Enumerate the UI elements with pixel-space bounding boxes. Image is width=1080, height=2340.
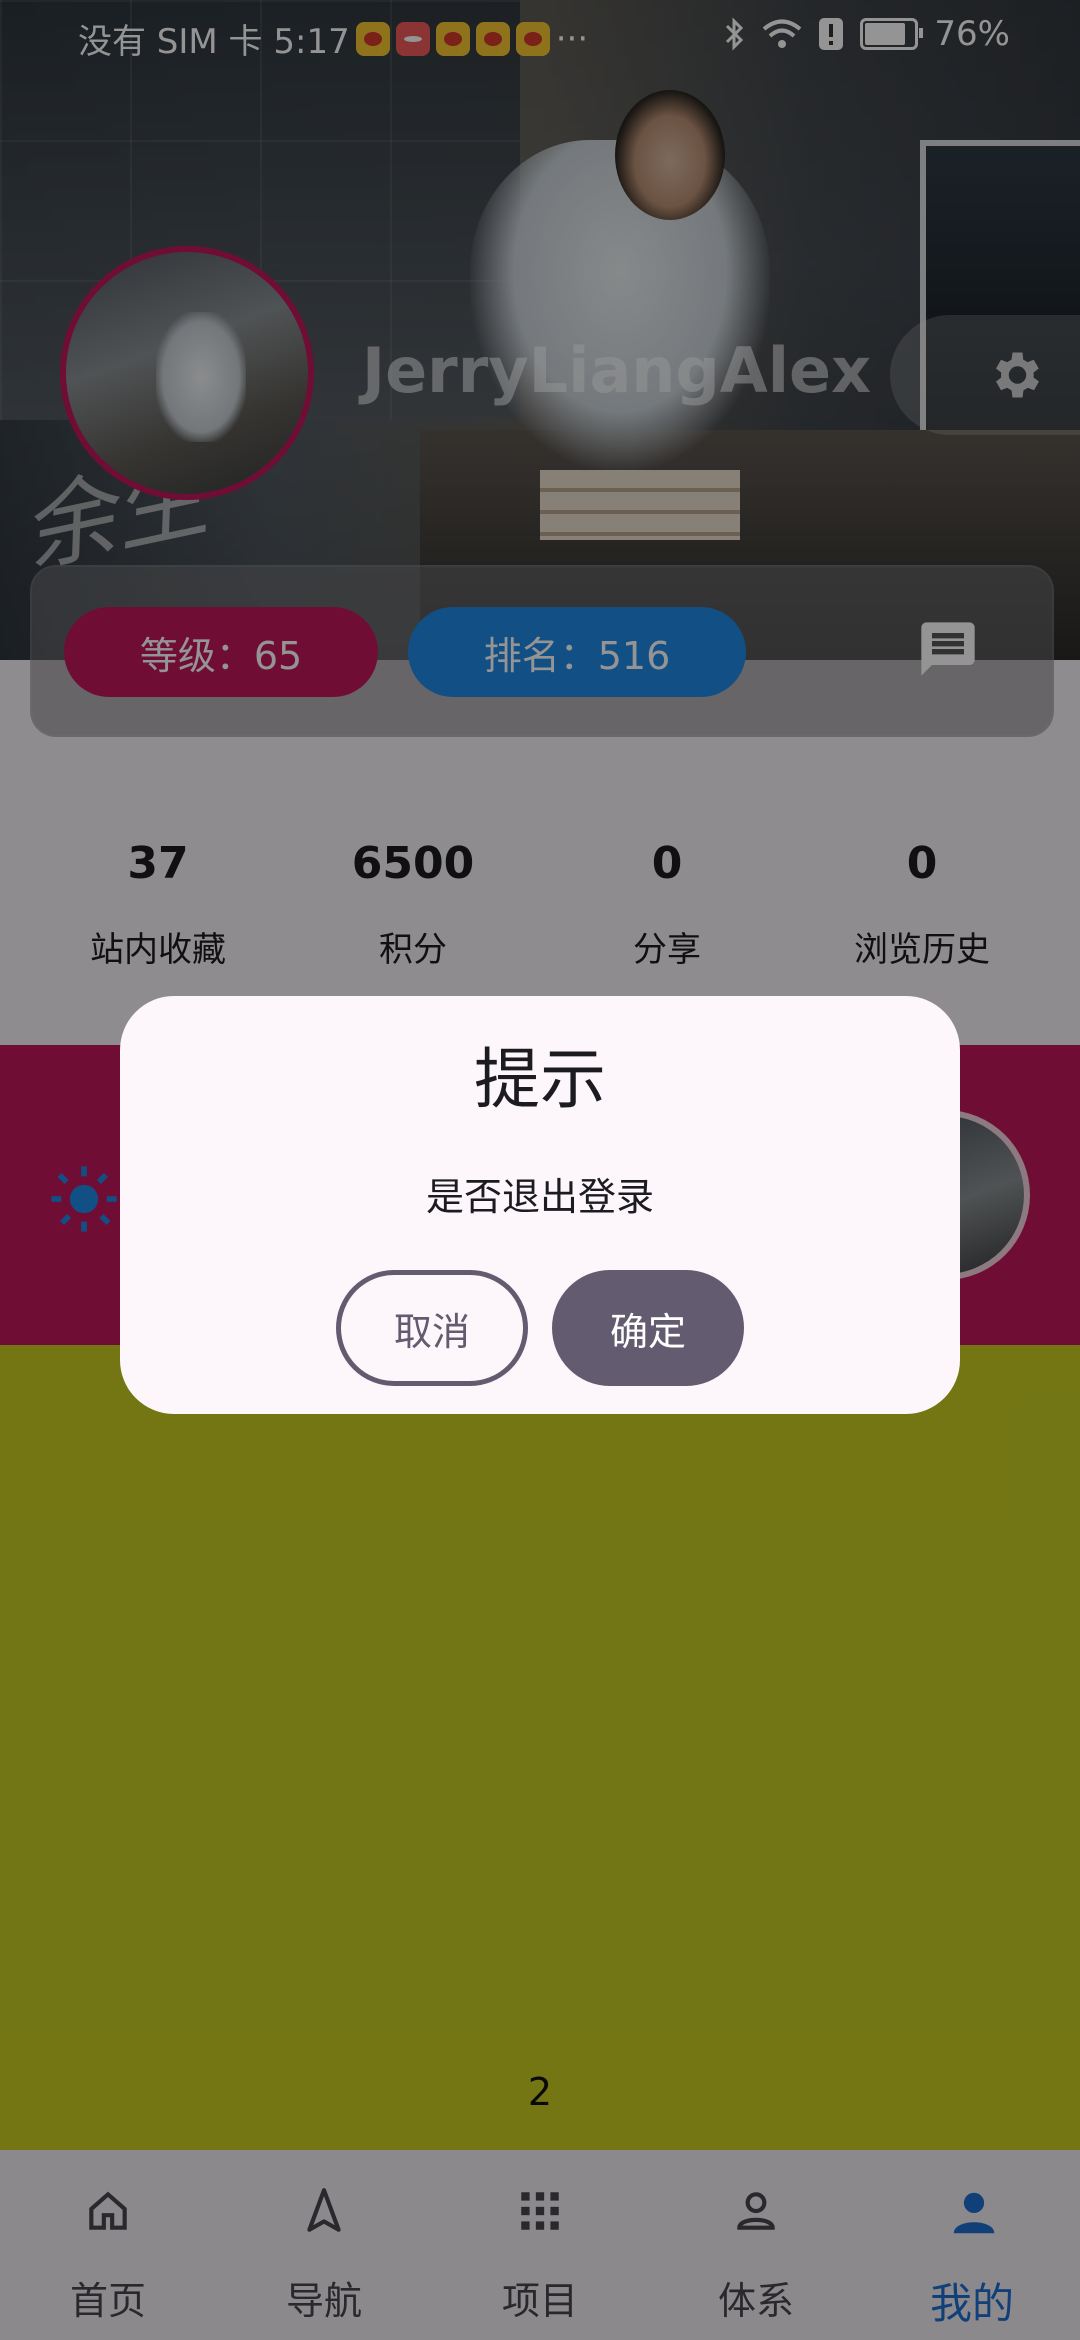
dialog-message: 是否退出登录	[425, 1175, 654, 1219]
confirm-button[interactable]: 确定	[552, 1270, 744, 1386]
cancel-button[interactable]: 取消	[336, 1270, 528, 1386]
logout-dialog: 提示 是否退出登录 取消 确定	[120, 996, 960, 1414]
dialog-title: 提示	[474, 1041, 606, 1118]
